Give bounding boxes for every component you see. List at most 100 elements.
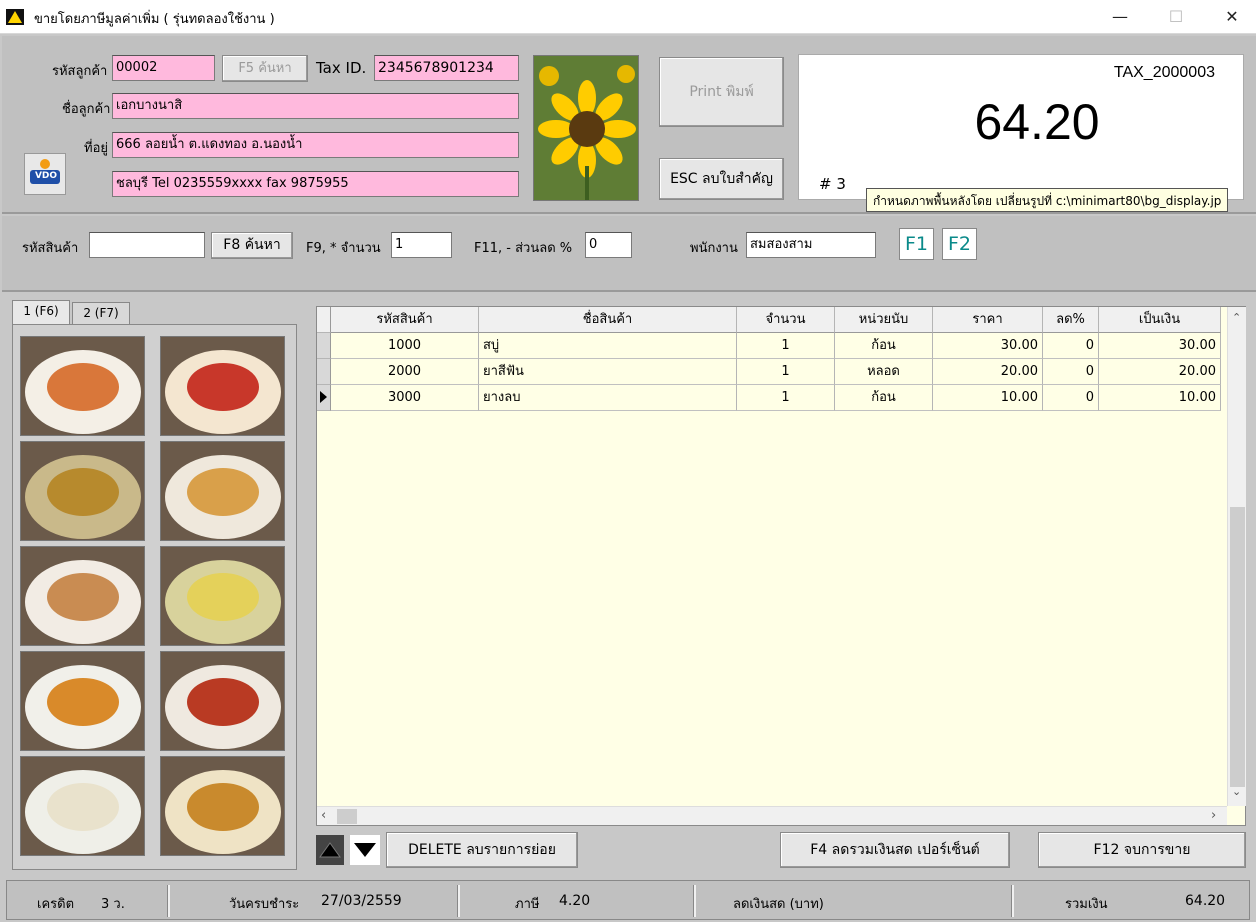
scroll-left-icon[interactable]: ‹	[321, 808, 326, 823]
f12-finish-sale-button[interactable]: F12 จบการขาย	[1038, 832, 1246, 868]
customer-name-field[interactable]: เอกบางนาสิ	[112, 93, 519, 119]
minimize-button[interactable]: —	[1098, 4, 1142, 30]
background-tooltip: กำหนดภาพพื้นหลังโดย เปลี่ยนรูปที่ c:\min…	[866, 188, 1229, 212]
hscroll-thumb[interactable]	[337, 809, 357, 824]
food-image[interactable]	[20, 756, 145, 856]
staff-input[interactable]: สมสองสาม	[746, 232, 876, 258]
horizontal-scrollbar[interactable]: ‹ ›	[317, 806, 1227, 825]
move-down-button[interactable]	[350, 835, 380, 865]
address-line1-field[interactable]: 666 ลอยน้ำ ต.แดงทอง อ.นองน้ำ	[112, 132, 519, 158]
food-image[interactable]	[160, 336, 285, 436]
food-image[interactable]	[160, 756, 285, 856]
status-separator	[167, 885, 170, 917]
f4-cash-discount-button[interactable]: F4 ลดรวมเงินสด เปอร์เซ็นต์	[780, 832, 1010, 868]
cell-unit[interactable]: หลอด	[835, 359, 933, 385]
total-display: TAX_2000003 64.20 # 3	[798, 54, 1244, 200]
maximize-button[interactable]: ☐	[1154, 4, 1198, 30]
food-image[interactable]	[160, 441, 285, 541]
cell-qty[interactable]: 1	[737, 359, 835, 385]
vdo-logo-text: VDO	[34, 171, 58, 181]
taxid-field[interactable]: 2345678901234	[374, 55, 519, 81]
customer-search-button[interactable]: F5 ค้นหา	[222, 55, 308, 82]
header-name[interactable]: ชื่อสินค้า	[479, 307, 737, 333]
quantity-label: F9, * จำนวน	[306, 241, 381, 256]
header-unit[interactable]: หน่วยนับ	[835, 307, 933, 333]
cell-name[interactable]: ยางลบ	[479, 385, 737, 411]
row-indicator[interactable]	[317, 385, 331, 411]
quantity-input[interactable]: 1	[391, 232, 452, 258]
delete-item-button[interactable]: DELETE ลบรายการย่อย	[386, 832, 578, 868]
scroll-down-icon[interactable]: ⌄	[1232, 785, 1241, 798]
cell-disc[interactable]: 0	[1043, 359, 1099, 385]
f2-button[interactable]: F2	[942, 228, 977, 260]
esc-delete-document-button[interactable]: ESC ลบใบสำคัญ	[659, 158, 784, 200]
cell-unit[interactable]: ก้อน	[835, 385, 933, 411]
food-image[interactable]	[160, 546, 285, 646]
cell-disc[interactable]: 0	[1043, 333, 1099, 359]
food-image[interactable]	[160, 651, 285, 751]
scroll-up-icon[interactable]: ⌃	[1232, 311, 1241, 324]
food-image[interactable]	[20, 336, 145, 436]
header-code[interactable]: รหัสสินค้า	[331, 307, 479, 333]
product-search-button[interactable]: F8 ค้นหา	[211, 232, 293, 259]
close-button[interactable]: ✕	[1210, 4, 1254, 30]
arrow-down-icon	[354, 843, 376, 857]
tab-1[interactable]: 1 (F6)	[12, 300, 70, 324]
vertical-scrollbar[interactable]: ⌃ ⌄	[1227, 307, 1246, 806]
header-qty[interactable]: จำนวน	[737, 307, 835, 333]
total-label: รวมเงิน	[1065, 897, 1108, 912]
food-image[interactable]	[20, 651, 145, 751]
cell-code[interactable]: 3000	[331, 385, 479, 411]
cell-qty[interactable]: 1	[737, 385, 835, 411]
cell-amount[interactable]: 20.00	[1099, 359, 1221, 385]
vdo-logo: VDO	[24, 153, 66, 195]
header-amount[interactable]: เป็นเงิน	[1099, 307, 1221, 333]
arrow-up-icon	[319, 842, 341, 858]
cell-code[interactable]: 1000	[331, 333, 479, 359]
discount-input[interactable]: 0	[585, 232, 632, 258]
customer-name-label: ชื่อลูกค้า	[62, 102, 111, 117]
header-price[interactable]: ราคา	[933, 307, 1043, 333]
status-bar: เครดิต 3 ว. วันครบชำระ 27/03/2559 ภาษี 4…	[6, 880, 1250, 920]
cell-price[interactable]: 10.00	[933, 385, 1043, 411]
food-image[interactable]	[20, 546, 145, 646]
print-button[interactable]: Print พิมพ์	[659, 57, 784, 127]
header-discount[interactable]: ลด%	[1043, 307, 1099, 333]
cell-name[interactable]: สบู่	[479, 333, 737, 359]
cell-unit[interactable]: ก้อน	[835, 333, 933, 359]
cell-price[interactable]: 20.00	[933, 359, 1043, 385]
move-up-button[interactable]	[316, 835, 344, 865]
status-separator	[693, 885, 696, 917]
cell-name[interactable]: ยาสีฟัน	[479, 359, 737, 385]
scroll-thumb[interactable]	[1230, 507, 1245, 787]
tax-label: ภาษี	[515, 897, 540, 912]
total-amount: 64.20	[974, 94, 1100, 150]
window-title: ขายโดยภาษีมูลค่าเพิ่ม ( รุ่นทดลองใช้งาน …	[34, 12, 275, 27]
status-separator	[457, 885, 460, 917]
cell-amount[interactable]: 30.00	[1099, 333, 1221, 359]
food-image[interactable]	[20, 441, 145, 541]
cell-qty[interactable]: 1	[737, 333, 835, 359]
row-indicator[interactable]	[317, 333, 331, 359]
tax-value: 4.20	[559, 893, 591, 909]
status-separator	[1011, 885, 1014, 917]
tab-2[interactable]: 2 (F7)	[72, 302, 130, 324]
cell-amount[interactable]: 10.00	[1099, 385, 1221, 411]
row-indicator[interactable]	[317, 359, 331, 385]
cell-disc[interactable]: 0	[1043, 385, 1099, 411]
due-date-value: 27/03/2559	[321, 893, 402, 909]
sunflower-image	[533, 55, 639, 201]
credit-label: เครดิต	[37, 897, 75, 912]
cell-price[interactable]: 30.00	[933, 333, 1043, 359]
cell-code[interactable]: 2000	[331, 359, 479, 385]
staff-label: พนักงาน	[690, 241, 738, 256]
credit-value: 3 ว.	[101, 897, 125, 912]
f1-button[interactable]: F1	[899, 228, 934, 260]
customer-code-field[interactable]: 00002	[112, 55, 215, 81]
address-line2-field[interactable]: ชลบุรี Tel 0235559xxxx fax 9875955	[112, 171, 519, 197]
scroll-right-icon[interactable]: ›	[1211, 808, 1216, 823]
due-date-label: วันครบชำระ	[229, 897, 300, 912]
product-code-input[interactable]	[89, 232, 205, 258]
sales-grid[interactable]: รหัสสินค้า ชื่อสินค้า จำนวน หน่วยนับ ราค…	[316, 306, 1246, 826]
current-row-icon	[320, 391, 327, 403]
